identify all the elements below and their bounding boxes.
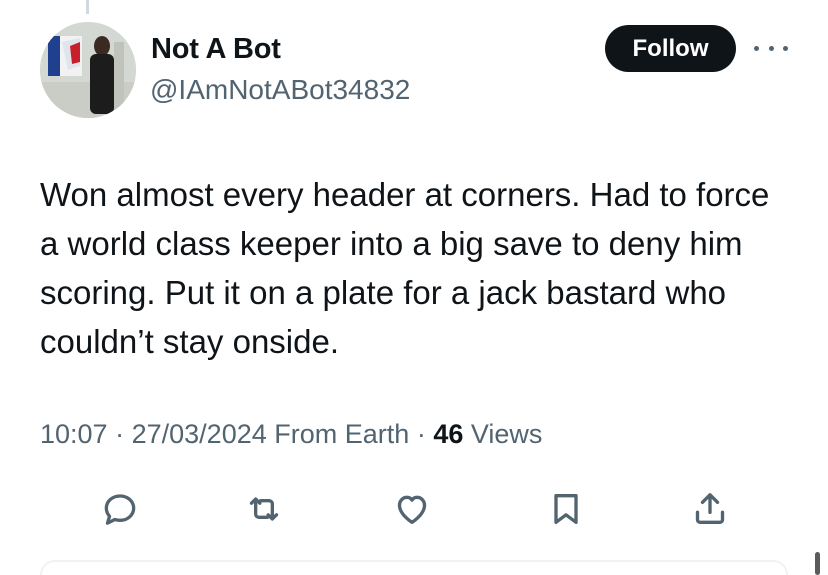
retweet-icon <box>249 497 279 521</box>
reply-composer-edge <box>40 560 788 575</box>
avatar[interactable] <box>40 22 136 118</box>
tweet-date[interactable]: 27/03/2024 <box>132 419 267 449</box>
meta-separator: · <box>115 419 125 449</box>
tweet-detail-view: Not A Bot @IAmNotABot34832 Follow Won al… <box>0 0 828 575</box>
tweet-time[interactable]: 10:07 <box>40 419 108 449</box>
ellipsis-icon <box>783 45 788 51</box>
ellipsis-icon <box>768 45 774 51</box>
bookmark-button[interactable] <box>544 487 588 531</box>
tweet-text: Won almost every header at corners. Had … <box>40 176 770 360</box>
thread-connector-line <box>86 0 89 14</box>
meta-separator: · <box>416 419 426 449</box>
heart-icon <box>397 495 427 524</box>
author-display-name[interactable]: Not A Bot <box>151 31 281 67</box>
scrollbar[interactable] <box>815 552 820 575</box>
tweet-action-bar <box>96 487 736 531</box>
reply-button[interactable] <box>98 487 142 531</box>
bookmark-icon <box>554 494 578 524</box>
views-count[interactable]: 46 <box>433 419 463 449</box>
share-button[interactable] <box>688 487 732 531</box>
profile-photo <box>40 22 136 118</box>
views-label[interactable]: Views <box>471 419 543 449</box>
tweet-metadata: 10:07 · 27/03/2024 From Earth · 46 Views <box>40 416 542 452</box>
reply-icon <box>104 494 136 525</box>
share-icon <box>695 493 725 524</box>
ellipsis-icon <box>754 45 759 51</box>
follow-button[interactable]: Follow <box>605 25 736 72</box>
author-handle[interactable]: @IAmNotABot34832 <box>150 72 410 108</box>
retweet-button[interactable] <box>242 487 286 531</box>
tweet-source: From Earth <box>274 419 410 449</box>
more-options-button[interactable] <box>754 36 788 60</box>
like-button[interactable] <box>390 487 434 531</box>
